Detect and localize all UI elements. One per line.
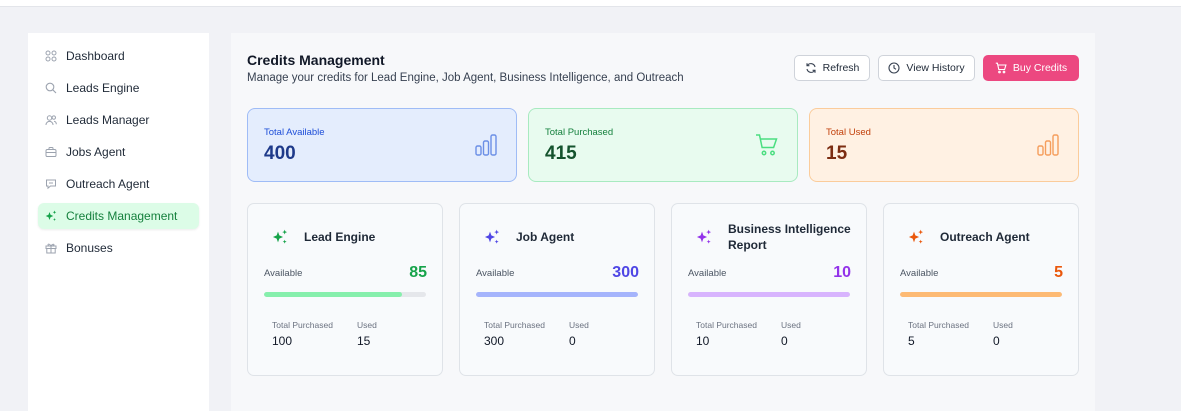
view-history-button[interactable]: View History xyxy=(878,55,975,81)
total-purchased-value: 300 xyxy=(484,334,505,348)
total-available-card: Total Available 400 xyxy=(247,108,517,182)
used-label: Used xyxy=(781,320,801,330)
credit-progress-fill xyxy=(264,292,402,297)
total-purchased-label: Total Purchased xyxy=(272,320,333,330)
total-purchased-label: Total Purchased xyxy=(908,320,969,330)
sparkles-icon xyxy=(908,229,924,245)
used-label: Used xyxy=(357,320,377,330)
cart-icon xyxy=(995,62,1007,74)
credit-progress-bar xyxy=(476,292,638,297)
view-history-label: View History xyxy=(906,62,965,74)
sidebar-item-outreach-agent[interactable]: Outreach Agent xyxy=(38,171,199,197)
page-subtitle: Manage your credits for Lead Engine, Job… xyxy=(247,72,684,84)
used-label: Used xyxy=(993,320,1013,330)
credit-progress-bar xyxy=(264,292,426,297)
bar-chart-icon xyxy=(474,133,498,157)
sidebar-item-label: Bonuses xyxy=(66,241,113,255)
sidebar-item-label: Leads Manager xyxy=(66,113,150,127)
lead-engine-card: Lead Engine Available 85 Total Purchased… xyxy=(247,203,443,376)
card-title: Job Agent xyxy=(516,230,575,244)
credit-progress-bar xyxy=(900,292,1062,297)
sidebar-item-label: Credits Management xyxy=(66,209,178,223)
card-title: Lead Engine xyxy=(304,230,376,244)
credit-progress-fill xyxy=(900,292,1062,297)
available-value: 5 xyxy=(1054,264,1063,281)
available-label: Available xyxy=(688,268,727,279)
sidebar-item-leads-manager[interactable]: Leads Manager xyxy=(38,107,199,133)
available-label: Available xyxy=(476,268,515,279)
total-purchased-label: Total Purchased xyxy=(545,127,614,138)
sidebar-item-label: Dashboard xyxy=(66,49,125,63)
total-available-label: Total Available xyxy=(264,127,325,138)
page-title: Credits Management xyxy=(247,52,385,68)
used-label: Used xyxy=(569,320,589,330)
refresh-button[interactable]: Refresh xyxy=(794,55,870,81)
business-intelligence-card: Business Intelligence Report Available 1… xyxy=(671,203,867,376)
buy-credits-button[interactable]: Buy Credits xyxy=(983,55,1079,81)
outreach-agent-card: Outreach Agent Available 5 Total Purchas… xyxy=(883,203,1079,376)
card-title: Outreach Agent xyxy=(940,230,1030,244)
buy-credits-label: Buy Credits xyxy=(1012,62,1068,74)
available-value: 85 xyxy=(409,264,427,281)
used-value: 0 xyxy=(993,334,1000,348)
refresh-icon xyxy=(805,62,817,74)
sparkles-icon xyxy=(484,229,500,245)
used-value: 15 xyxy=(357,334,371,348)
total-purchased-value: 10 xyxy=(696,334,710,348)
job-agent-card: Job Agent Available 300 Total Purchased … xyxy=(459,203,655,376)
credit-progress-fill xyxy=(688,292,850,297)
total-used-value: 15 xyxy=(826,143,848,164)
sidebar-item-label: Jobs Agent xyxy=(66,145,126,159)
briefcase-icon xyxy=(45,146,57,158)
total-available-value: 400 xyxy=(264,143,296,164)
total-purchased-value: 5 xyxy=(908,334,915,348)
used-value: 0 xyxy=(569,334,576,348)
grid-icon xyxy=(45,50,57,62)
cart-icon xyxy=(755,133,779,157)
sidebar-item-label: Outreach Agent xyxy=(66,177,150,191)
sparkles-icon xyxy=(696,229,712,245)
sidebar-item-jobs-agent[interactable]: Jobs Agent xyxy=(38,139,199,165)
bar-chart-icon xyxy=(1036,133,1060,157)
credit-progress-fill xyxy=(476,292,638,297)
sidebar-item-dashboard[interactable]: Dashboard xyxy=(38,43,199,69)
sidebar-item-label: Leads Engine xyxy=(66,81,140,95)
total-purchased-value: 100 xyxy=(272,334,293,348)
refresh-label: Refresh xyxy=(822,62,860,74)
total-purchased-card: Total Purchased 415 xyxy=(528,108,798,182)
sidebar-item-bonuses[interactable]: Bonuses xyxy=(38,235,199,261)
sidebar-item-leads-engine[interactable]: Leads Engine xyxy=(38,75,199,101)
users-icon xyxy=(45,114,57,126)
available-label: Available xyxy=(264,268,303,279)
search-icon xyxy=(45,82,57,94)
total-purchased-label: Total Purchased xyxy=(484,320,545,330)
main-panel: Credits Management Manage your credits f… xyxy=(231,33,1095,411)
clock-icon xyxy=(888,62,900,74)
total-used-label: Total Used xyxy=(826,127,871,138)
gift-icon xyxy=(45,242,57,254)
total-purchased-label: Total Purchased xyxy=(696,320,757,330)
sparkles-icon xyxy=(45,210,57,222)
available-label: Available xyxy=(900,268,939,279)
available-value: 10 xyxy=(833,264,851,281)
chat-icon xyxy=(45,178,57,190)
total-used-card: Total Used 15 xyxy=(809,108,1079,182)
sidebar-item-credits-management[interactable]: Credits Management xyxy=(38,203,199,229)
credit-progress-bar xyxy=(688,292,850,297)
used-value: 0 xyxy=(781,334,788,348)
card-title: Business Intelligence Report xyxy=(728,222,851,252)
available-value: 300 xyxy=(612,264,639,281)
top-bar xyxy=(0,0,1181,7)
sparkles-icon xyxy=(272,229,288,245)
sidebar: Dashboard Leads Engine Leads Manager Job… xyxy=(28,33,209,411)
total-purchased-value: 415 xyxy=(545,143,577,164)
